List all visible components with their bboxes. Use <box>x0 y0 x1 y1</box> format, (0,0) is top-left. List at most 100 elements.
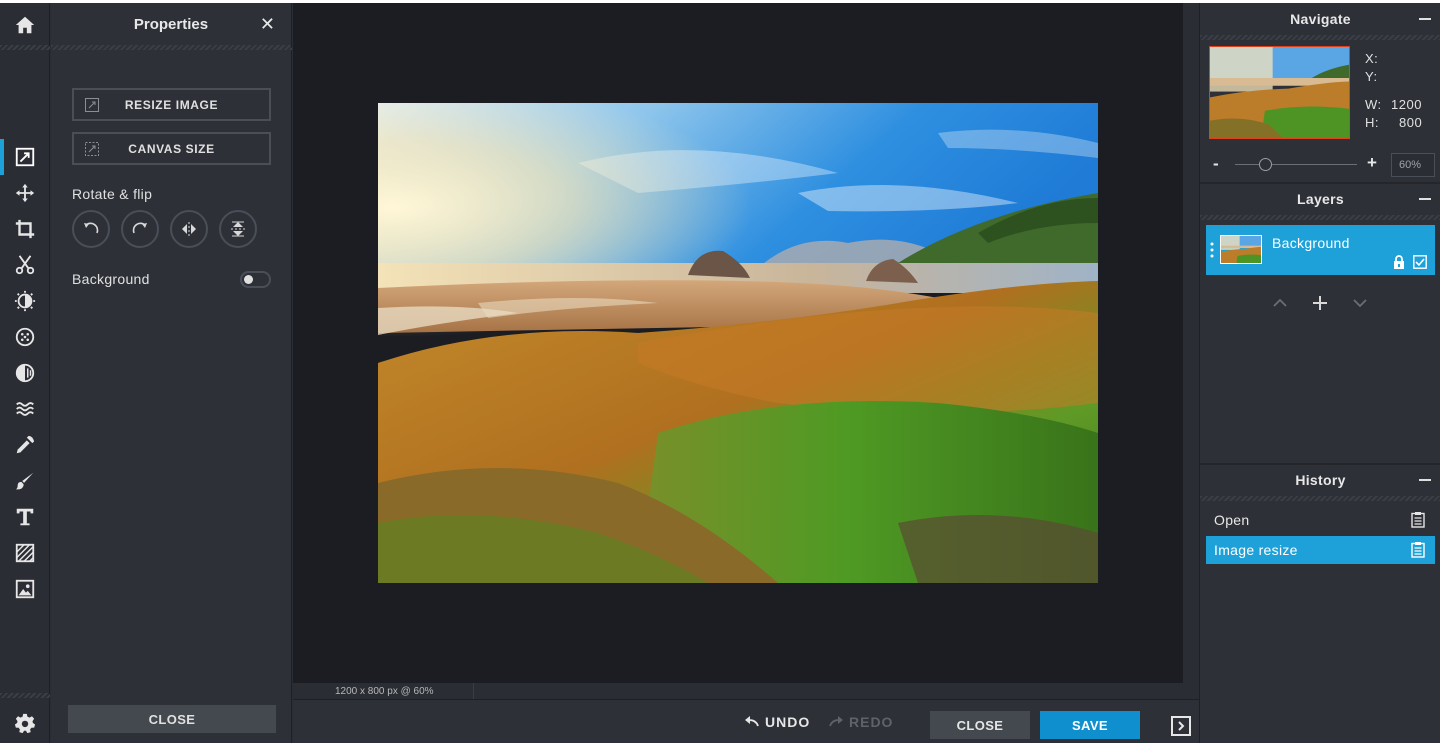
background-label: Background <box>72 271 150 287</box>
add-layer-button[interactable] <box>1312 295 1328 311</box>
crop-icon[interactable] <box>0 211 50 247</box>
redo-label: REDO <box>849 714 894 730</box>
layers-title: Layers <box>1297 191 1344 207</box>
nav-x-label: X: <box>1365 51 1379 66</box>
right-panel: Navigate X: Y: W: 1200 H: 800 - + 60% La… <box>1199 3 1440 743</box>
undo-label: UNDO <box>765 714 811 730</box>
canvas-image[interactable] <box>378 103 1098 583</box>
layer-down-button[interactable] <box>1352 295 1368 311</box>
flip-horizontal-button[interactable] <box>170 210 208 248</box>
document-icon <box>1411 542 1425 558</box>
nav-y-label: Y: <box>1365 69 1378 84</box>
chevron-down-icon <box>1353 299 1367 308</box>
redo-icon <box>829 716 843 727</box>
cut-icon[interactable] <box>0 247 50 283</box>
navigate-header: Navigate <box>1200 3 1440 35</box>
layers-divider <box>1200 215 1440 220</box>
navigate-title: Navigate <box>1290 11 1351 27</box>
layer-name: Background <box>1272 235 1350 251</box>
layers-collapse-icon[interactable] <box>1419 198 1431 200</box>
flip-horizontal-icon <box>182 222 196 236</box>
chevron-up-icon <box>1273 298 1287 307</box>
rotate-left-icon <box>84 222 99 234</box>
home-icon[interactable] <box>0 7 50 43</box>
resize-image-button[interactable]: RESIZE IMAGE <box>72 88 271 121</box>
rotate-right-button[interactable] <box>121 210 159 248</box>
nav-h-label: H: <box>1365 115 1379 130</box>
filters-icon[interactable] <box>0 355 50 391</box>
layers-header: Layers <box>1200 183 1440 215</box>
drag-handle-icon[interactable] <box>1209 242 1215 258</box>
save-button[interactable]: SAVE <box>1040 711 1140 739</box>
collapse-panel-icon[interactable] <box>1171 716 1191 736</box>
resize-small-icon <box>85 98 99 112</box>
nav-h-value: 800 <box>1399 115 1423 130</box>
vertical-scrollbar[interactable] <box>1183 3 1199 699</box>
nav-w-label: W: <box>1365 97 1382 112</box>
close-properties-icon[interactable]: ✕ <box>260 14 275 35</box>
close-button[interactable]: CLOSE <box>930 711 1030 739</box>
navigate-collapse-icon[interactable] <box>1419 18 1431 20</box>
flip-vertical-button[interactable] <box>219 210 257 248</box>
properties-title: Properties <box>133 15 209 33</box>
undo-icon <box>745 716 759 727</box>
history-collapse-icon[interactable] <box>1419 479 1431 481</box>
move-icon[interactable] <box>0 175 50 211</box>
brush-icon[interactable] <box>0 463 50 499</box>
rotate-right-icon <box>132 222 147 234</box>
document-icon <box>1411 512 1425 528</box>
redo-button[interactable]: REDO <box>828 714 893 730</box>
status-separator <box>473 683 474 699</box>
zoom-row: - + 60% <box>1200 153 1440 177</box>
undo-button[interactable]: UNDO <box>744 714 810 730</box>
picker-icon[interactable] <box>0 427 50 463</box>
effects-icon[interactable] <box>0 319 50 355</box>
zoom-out-button[interactable]: - <box>1213 154 1219 174</box>
plus-icon <box>1313 296 1327 310</box>
canvas-small-icon <box>85 142 99 156</box>
nav-w-value: 1200 <box>1391 97 1422 112</box>
layer-visible-checkbox-icon[interactable] <box>1413 255 1427 269</box>
rotate-left-button[interactable] <box>72 210 110 248</box>
history-item-open[interactable]: Open <box>1206 506 1435 534</box>
zoom-in-button[interactable]: + <box>1367 153 1377 173</box>
zoom-slider-track[interactable] <box>1235 164 1357 165</box>
close-properties-button[interactable]: CLOSE <box>68 705 276 733</box>
history-item-label: Open <box>1214 512 1250 528</box>
text-icon[interactable] <box>0 499 50 535</box>
history-title: History <box>1295 472 1346 488</box>
zoom-value-input[interactable]: 60% <box>1391 153 1435 177</box>
toolbar-divider-bottom <box>0 693 50 698</box>
properties-divider <box>51 45 292 50</box>
properties-panel: Properties ✕ RESIZE IMAGE CANVAS SIZE Ro… <box>51 3 292 743</box>
history-divider <box>1200 496 1440 501</box>
canvas-size-label: CANVAS SIZE <box>128 141 215 156</box>
photo-editor-app: Properties ✕ RESIZE IMAGE CANVAS SIZE Ro… <box>0 3 1440 743</box>
status-bar: 1200 x 800 px @ 60% <box>293 683 1199 699</box>
canvas-status-text: 1200 x 800 px @ 60% <box>335 686 434 697</box>
layer-up-button[interactable] <box>1272 295 1288 311</box>
history-item-label: Image resize <box>1214 542 1298 558</box>
canvas-stage[interactable] <box>293 3 1183 683</box>
navigate-divider <box>1200 35 1440 40</box>
liquify-icon[interactable] <box>0 391 50 427</box>
left-toolbar <box>0 3 50 743</box>
settings-icon[interactable] <box>0 705 50 741</box>
bottom-bar: UNDO REDO CLOSE SAVE <box>293 699 1199 743</box>
resize-image-label: RESIZE IMAGE <box>124 97 219 112</box>
navigator-thumbnail[interactable] <box>1209 46 1350 139</box>
history-item-image-resize[interactable]: Image resize <box>1206 536 1435 564</box>
background-toggle[interactable] <box>240 271 271 288</box>
lock-icon[interactable] <box>1393 255 1405 270</box>
adjust-icon[interactable] <box>0 283 50 319</box>
image-icon[interactable] <box>0 571 50 607</box>
rotate-flip-label: Rotate & flip <box>72 186 153 202</box>
zoom-slider-handle[interactable] <box>1259 158 1272 171</box>
history-header: History <box>1200 464 1440 496</box>
flip-vertical-icon <box>231 221 245 237</box>
toolbar-divider <box>0 45 50 50</box>
resize-icon[interactable] <box>0 139 50 175</box>
layer-item-background[interactable]: Background <box>1206 225 1435 275</box>
canvas-size-button[interactable]: CANVAS SIZE <box>72 132 271 165</box>
pattern-icon[interactable] <box>0 535 50 571</box>
